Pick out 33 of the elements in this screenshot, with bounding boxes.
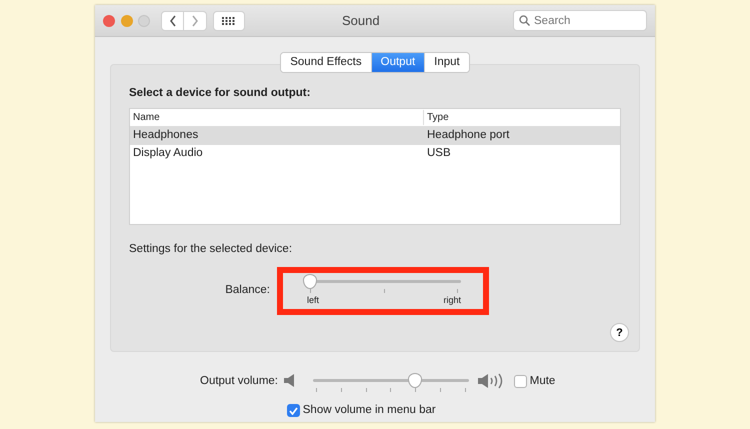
checkbox-label[interactable]: Show volume in menu bar [287,402,655,420]
back-icon [168,14,176,26]
help-button[interactable]: ? [610,323,629,342]
forward-icon [191,14,199,26]
slider-thumb[interactable] [408,373,422,388]
window-title: Sound [340,12,381,30]
loud-speaker-icon [478,373,505,390]
back-button[interactable] [161,10,184,30]
tab[interactable]: Output [370,53,424,72]
search-field[interactable]: Search [513,10,647,31]
slider-thumb[interactable] [303,274,317,289]
search-icon [519,15,530,26]
checkbox[interactable] [514,375,527,388]
table-row[interactable]: Display Audio USB [130,144,620,162]
section-heading: Select a device for sound output: [129,86,312,102]
column-header: Name [130,110,424,124]
checkmark-icon [289,406,298,415]
close-button[interactable] [103,14,115,26]
balance-label: Balance: [224,282,271,298]
slider-min-label: left [307,294,320,307]
minimize-button[interactable] [120,14,132,26]
checkbox-label[interactable]: Mute [514,373,556,390]
slider-max-label: right [443,294,461,307]
checkbox[interactable] [287,404,300,418]
table-row[interactable]: Headphones Headphone port [130,126,620,144]
volume-label: Output volume: [200,374,278,390]
slider-track[interactable] [312,374,469,388]
grid-icon [222,16,235,24]
section-label: Settings for the selected device: [129,242,294,256]
column-header: Type [426,110,449,124]
tab[interactable]: Input [424,53,469,72]
grid-button[interactable] [212,10,244,30]
speaker-icon [284,374,296,388]
